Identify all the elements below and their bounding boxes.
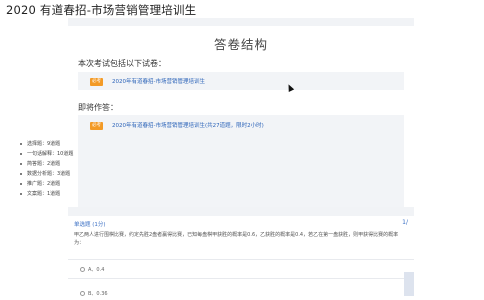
structure-title: 答卷结构 bbox=[213, 37, 268, 52]
included-label: 本次考试包括以下试卷： bbox=[78, 59, 166, 68]
list-item: 简答题：2道题 bbox=[20, 159, 73, 169]
included-exam-box: 必考 2020年有道春招-市场营销管理培训生 bbox=[78, 72, 404, 90]
current-label: 即将作答： bbox=[78, 103, 118, 112]
list-item: 一句话解释：10道题 bbox=[20, 149, 73, 159]
question-type-label: 单选题 (1分) bbox=[74, 222, 106, 228]
required-badge: 必考 bbox=[90, 78, 103, 86]
radio-icon[interactable] bbox=[80, 291, 85, 296]
divider bbox=[68, 278, 414, 279]
side-tab[interactable] bbox=[404, 272, 414, 296]
option-label: A、0.4 bbox=[88, 267, 105, 273]
option-a[interactable]: A、0.4 bbox=[80, 266, 104, 273]
list-item: 选择题：9道题 bbox=[20, 139, 73, 149]
exam-structure-card: 答卷结构 本次考试包括以下试卷： 必考 2020年有道春招-市场营销管理培训生 … bbox=[68, 26, 414, 207]
question-text: 甲乙两人进行围棋比赛，约定先胜2盘者赢得比赛，已知每盘棋甲获胜的概率是0.6，乙… bbox=[74, 232, 399, 246]
list-item: 数据分析题：3道题 bbox=[20, 169, 73, 179]
question-card: 单选题 (1分) 1/ 甲乙两人进行围棋比赛，约定先胜2盘者赢得比赛，已知每盘棋… bbox=[68, 216, 414, 300]
list-item: 推广题：2道题 bbox=[20, 179, 73, 189]
radio-icon[interactable] bbox=[80, 267, 85, 272]
list-item: 文案题：1道题 bbox=[20, 189, 73, 199]
current-exam-box: 必考 2020年有道春招-市场营销管理培训生(共27道题，限时2小时) bbox=[78, 115, 404, 207]
included-exam-name[interactable]: 2020年有道春招-市场营销管理培训生 bbox=[112, 77, 205, 85]
option-b[interactable]: B、0.36 bbox=[80, 290, 108, 297]
current-exam-name[interactable]: 2020年有道春招-市场营销管理培训生(共27道题，限时2小时) bbox=[112, 121, 264, 129]
question-counter: 1/ bbox=[402, 219, 408, 226]
required-badge: 必考 bbox=[90, 122, 103, 130]
divider bbox=[68, 259, 414, 260]
option-label: B、0.36 bbox=[88, 291, 108, 297]
question-type-list: 选择题：9道题 一句话解释：10道题 简答题：2道题 数据分析题：3道题 推广题… bbox=[20, 139, 73, 199]
page-title: 2020 有道春招-市场营销管理培训生 bbox=[6, 3, 197, 17]
